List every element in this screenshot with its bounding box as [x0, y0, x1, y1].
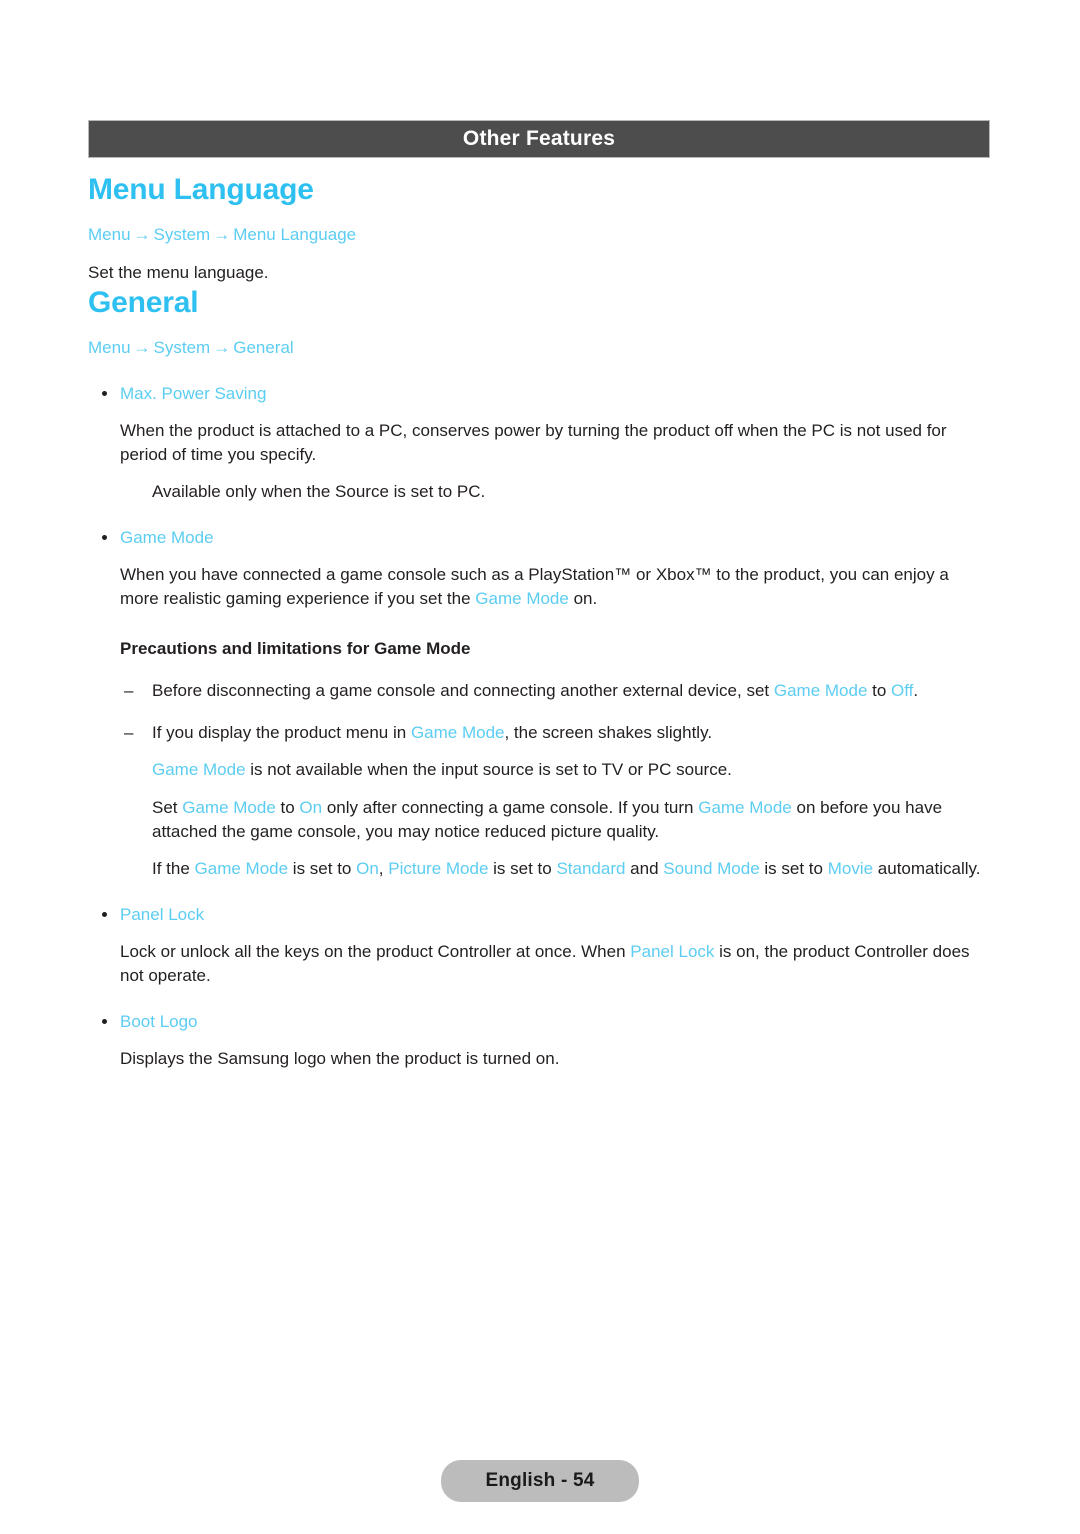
text-run: and — [625, 858, 664, 878]
term-off: Off — [891, 681, 914, 701]
arrow-right-icon: → — [213, 225, 231, 244]
list-item-game-mode: Game Mode — [100, 526, 990, 550]
text-run: is set to — [759, 858, 828, 878]
term-movie: Movie — [827, 858, 874, 878]
boot-logo-body: Displays the Samsung logo when the produ… — [120, 1048, 560, 1068]
dash-list-item: – If you display the product menu in Gam… — [124, 721, 990, 745]
text-run: , the screen shakes slightly. — [504, 723, 713, 743]
text-run: automatically. — [873, 858, 981, 878]
text-run: is set to — [288, 858, 357, 878]
panel-lock-body: Lock or unlock all the keys on the produ… — [120, 940, 990, 988]
term-game-mode: Game Mode — [152, 760, 246, 780]
term-game-mode: Game Mode — [475, 589, 569, 609]
bullet-dot-icon — [102, 911, 107, 917]
breadcrumb-item: System — [153, 337, 211, 357]
text-run: Set — [152, 797, 183, 817]
text-run: to — [275, 797, 300, 817]
list-item-panel-lock: Panel Lock — [100, 903, 990, 927]
game-mode-body: When you have connected a game console s… — [120, 563, 990, 611]
menu-language-description: Set the menu language. — [88, 262, 269, 282]
section-header-title: Other Features — [462, 127, 616, 150]
breadcrumb-menu-language: Menu → System → Menu Language — [88, 222, 990, 248]
bullet-dot-icon — [102, 391, 107, 397]
term-sound-mode: Sound Mode — [663, 858, 760, 878]
list-item-label: Boot Logo — [120, 1011, 198, 1031]
term-game-mode: Game Mode — [410, 723, 505, 743]
max-power-saving-note: Available only when the Source is set to… — [152, 482, 486, 502]
page-number-badge: English - 54 — [441, 1460, 639, 1502]
term-standard: Standard — [556, 858, 626, 878]
bullet-dot-icon — [102, 1018, 107, 1024]
text-run: to — [867, 681, 892, 701]
dash-marker-icon: – — [124, 723, 134, 743]
bullet-dot-icon — [102, 535, 107, 541]
text-run: on. — [568, 589, 598, 609]
breadcrumb-general: Menu → System → General — [88, 335, 990, 361]
term-game-mode: Game Mode — [698, 797, 792, 817]
list-item-boot-logo: Boot Logo — [100, 1010, 990, 1034]
breadcrumb-item: General — [233, 337, 294, 357]
arrow-right-icon: → — [133, 225, 151, 244]
breadcrumb-item: System — [153, 225, 211, 244]
term-picture-mode: Picture Mode — [388, 858, 489, 878]
term-on: On — [299, 797, 323, 817]
game-mode-availability-note: Game Mode is not available when the inpu… — [152, 758, 990, 782]
arrow-right-icon: → — [133, 337, 151, 357]
text-run: is not available when the input source i… — [245, 760, 732, 780]
dash-marker-icon: – — [124, 681, 134, 701]
list-item-label: Game Mode — [120, 528, 214, 548]
arrow-right-icon: → — [213, 337, 231, 357]
text-run: only after connecting a game console. If… — [322, 797, 699, 817]
text-run: If you display the product menu in — [152, 723, 411, 743]
list-item-label: Panel Lock — [120, 904, 205, 924]
page-content: Menu Language Menu → System → Menu Language … — [88, 172, 990, 1071]
game-mode-auto-paragraph: If the Game Mode is set to On, Picture M… — [152, 857, 990, 881]
term-game-mode: Game Mode — [194, 858, 289, 878]
text-run: If the — [152, 858, 195, 878]
breadcrumb-item: Menu Language — [233, 225, 357, 244]
max-power-saving-body: When the product is attached to a PC, co… — [120, 420, 947, 465]
heading-general: General — [88, 285, 199, 319]
list-item-label: Max. Power Saving — [120, 384, 267, 404]
list-item-max-power-saving: Max. Power Saving — [100, 382, 990, 406]
text-run: is set to — [488, 858, 557, 878]
text-run: Before disconnecting a game console and … — [152, 681, 774, 701]
text-run: , — [378, 858, 389, 878]
page-footer: English - 54 — [0, 1460, 1080, 1502]
term-panel-lock: Panel Lock — [630, 941, 715, 961]
game-mode-precautions-subhead: Precautions and limitations for Game Mod… — [120, 639, 471, 659]
document-page: Other Features Menu Language Menu → System… — [0, 0, 1080, 1534]
game-mode-on-paragraph: Set Game Mode to On only after connectin… — [152, 796, 990, 844]
dash-list-item: – Before disconnecting a game console an… — [124, 679, 990, 703]
term-game-mode: Game Mode — [182, 797, 276, 817]
breadcrumb-item: Menu — [88, 225, 131, 244]
term-on: On — [356, 858, 379, 878]
text-run: Lock or unlock all the keys on the produ… — [120, 941, 631, 961]
heading-menu-language: Menu Language — [88, 173, 314, 206]
term-game-mode: Game Mode — [773, 681, 868, 701]
section-header-bar: Other Features — [88, 120, 990, 158]
breadcrumb-item: Menu — [88, 337, 131, 357]
text-run: . — [913, 681, 919, 701]
